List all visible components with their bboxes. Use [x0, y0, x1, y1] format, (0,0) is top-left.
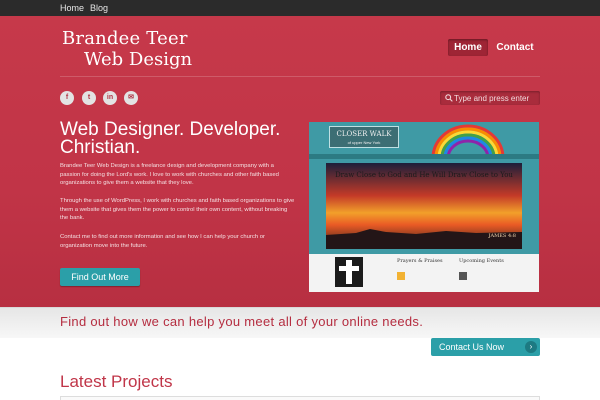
screenshot-nav-bar	[309, 154, 539, 159]
screenshot-events-heading: Upcoming Events	[459, 258, 504, 264]
screenshot-event-thumb	[459, 272, 467, 280]
screenshot-thumb	[397, 272, 405, 280]
portfolio-screenshot[interactable]: CLOSER WALK of upper New York Draw Close…	[309, 122, 539, 292]
facebook-icon[interactable]: f	[60, 91, 74, 105]
nav-contact[interactable]: Contact	[494, 39, 536, 56]
find-out-more-button[interactable]: Find Out More	[60, 268, 140, 286]
cta-band: Find out how we can help you meet all of…	[0, 307, 600, 338]
latest-projects-container	[60, 396, 540, 400]
site-logo-line1[interactable]: Brandee Teer	[62, 28, 188, 50]
screenshot-prayers-heading: Prayers & Praises	[397, 258, 443, 264]
screenshot-sunset-banner: Draw Close to God and He Will Draw Close…	[326, 163, 522, 249]
nav-home[interactable]: Home	[448, 39, 488, 56]
topbar-home-link[interactable]: Home	[60, 2, 84, 14]
top-bar: Home Blog	[0, 0, 600, 16]
contact-us-button[interactable]: Contact Us Now ›	[431, 338, 540, 356]
topbar-blog-link[interactable]: Blog	[90, 2, 108, 14]
screenshot-verse: JAMES 4:8	[488, 233, 516, 239]
cross-logo-icon	[335, 257, 363, 287]
screenshot-brand-title: CLOSER WALK	[336, 130, 392, 138]
contact-us-label: Contact Us Now	[439, 342, 505, 352]
site-logo-line2[interactable]: Web Design	[84, 49, 192, 71]
screenshot-site-brand: CLOSER WALK of upper New York	[329, 126, 399, 148]
chevron-right-icon: ›	[525, 341, 537, 353]
cta-band-text: Find out how we can help you meet all of…	[60, 314, 424, 329]
search-box[interactable]	[440, 91, 540, 105]
hero-contact-paragraph: Contact me to find out more information …	[60, 234, 265, 249]
screenshot-brand-subtitle: of upper New York	[347, 140, 381, 145]
screenshot-content-area: Prayers & Praises Upcoming Events	[309, 254, 539, 292]
screenshot-banner-text: Draw Close to God and He Will Draw Close…	[335, 171, 513, 179]
linkedin-icon[interactable]: in	[103, 91, 117, 105]
search-input[interactable]	[454, 91, 538, 105]
twitter-icon[interactable]: t	[82, 91, 96, 105]
hero-wordpress-paragraph: Through the use of WordPress, I work wit…	[60, 198, 295, 222]
hero-headline: Web Designer. Developer. Christian.	[60, 119, 281, 158]
hero-intro-paragraph: Brandee Teer Web Design is a freelance d…	[60, 163, 279, 187]
search-icon	[445, 94, 453, 102]
latest-projects-heading: Latest Projects	[60, 372, 173, 391]
email-icon[interactable]: ✉	[124, 91, 138, 105]
header-divider	[60, 76, 540, 77]
